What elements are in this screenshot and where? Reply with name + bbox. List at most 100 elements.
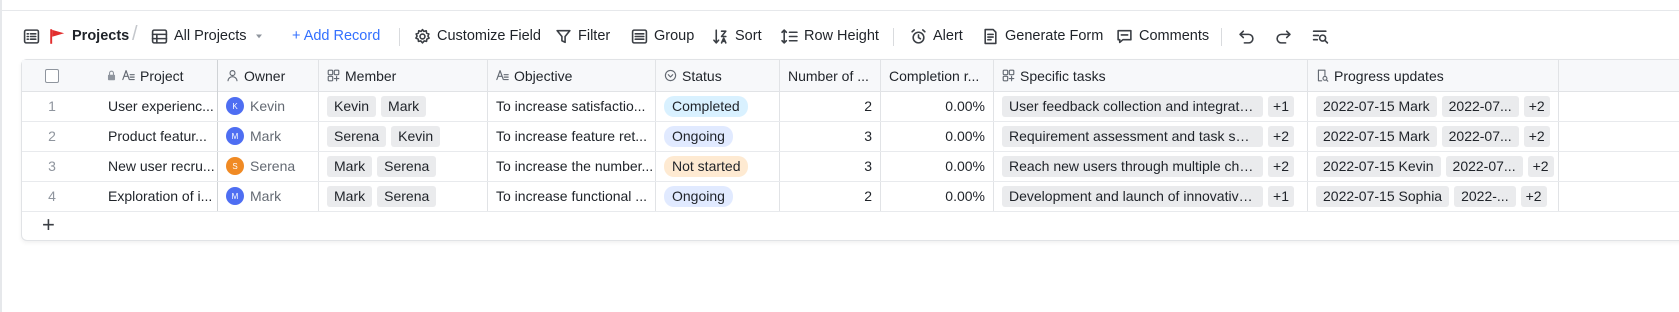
table-row[interactable]: 3 New user recru... S Serena Mark Serena…: [22, 151, 1679, 182]
status-cell[interactable]: Ongoing: [656, 181, 779, 211]
specific-tasks-cell[interactable]: Reach new users through multiple chan...…: [994, 151, 1307, 181]
completion-rate-cell[interactable]: 0.00%: [881, 151, 993, 181]
caret-down-icon: [255, 34, 262, 39]
column-header-project[interactable]: Project: [100, 60, 217, 91]
status-cell[interactable]: Ongoing: [656, 121, 779, 151]
lock-icon: [107, 70, 116, 81]
member-chip: Serena: [377, 185, 437, 207]
member-chip: Kevin: [391, 125, 441, 147]
column-header-completion-rate[interactable]: Completion r...: [881, 60, 993, 91]
objective-cell[interactable]: To increase functional ...: [488, 181, 655, 211]
project-title[interactable]: Projects: [49, 18, 129, 54]
owner-cell[interactable]: S Serena: [218, 151, 318, 181]
alarm-clock-icon: [911, 28, 926, 44]
column-header-status[interactable]: Status: [656, 60, 779, 91]
link-field-icon: [1002, 69, 1015, 82]
number-cell[interactable]: 3: [780, 121, 880, 151]
add-row-button[interactable]: +: [42, 214, 55, 236]
column-header-label: Owner: [244, 67, 286, 84]
column-header-number[interactable]: Number of ...: [780, 60, 880, 91]
project-cell[interactable]: Product featur...: [100, 121, 217, 151]
row-height-button[interactable]: Row Height: [781, 18, 879, 54]
alert-button[interactable]: Alert: [910, 18, 963, 54]
toolbar-divider: [1221, 28, 1222, 46]
progress-updates-cell[interactable]: 2022-07-15 Sophia 2022-... +2: [1308, 181, 1558, 211]
generate-form-label: Generate Form: [1005, 28, 1104, 44]
progress-updates-cell[interactable]: 2022-07-15 Mark 2022-07... +2: [1308, 91, 1558, 121]
select-all-cell[interactable]: [37, 60, 67, 91]
column-header-objective[interactable]: Objective: [488, 60, 655, 91]
column-header-member[interactable]: Member: [319, 60, 487, 91]
project-cell[interactable]: New user recru...: [100, 151, 217, 181]
column-header-label: Project: [140, 67, 184, 84]
specific-tasks-cell[interactable]: Requirement assessment and task subd... …: [994, 121, 1307, 151]
person-icon: [227, 70, 238, 82]
sort-button[interactable]: Sort: [712, 18, 762, 54]
status-cell[interactable]: Not started: [656, 151, 779, 181]
group-button[interactable]: Group: [631, 18, 694, 54]
select-all-checkbox[interactable]: [45, 68, 59, 83]
group-label: Group: [654, 28, 695, 44]
breadcrumb-separator: /: [132, 23, 138, 45]
table-row[interactable]: 1 User experienc... K Kevin Kevin Mark T…: [22, 91, 1679, 122]
view-selector[interactable]: All Projects: [151, 18, 265, 54]
comments-button[interactable]: Comments: [1116, 18, 1209, 54]
comment-icon: [1117, 29, 1132, 43]
number-cell[interactable]: 2: [780, 181, 880, 211]
customize-field-button[interactable]: Customize Field: [414, 18, 541, 54]
lookup-field-icon: [1317, 69, 1329, 82]
avatar: M: [226, 187, 244, 205]
member-cell[interactable]: Kevin Mark: [319, 91, 487, 121]
sort-label: Sort: [735, 28, 762, 44]
member-cell[interactable]: Mark Serena: [319, 151, 487, 181]
redo-button[interactable]: [1275, 18, 1292, 54]
row-number: 1: [48, 98, 56, 114]
column-header-specific-tasks[interactable]: Specific tasks: [994, 60, 1307, 91]
progress-updates-cell[interactable]: 2022-07-15 Kevin 2022-07... +2: [1308, 151, 1558, 181]
add-record-button[interactable]: + Add Record: [292, 18, 380, 54]
add-record-label: + Add Record: [292, 28, 381, 44]
text-field-icon: [496, 70, 509, 81]
member-cell[interactable]: Serena Kevin: [319, 121, 487, 151]
completion-rate-cell[interactable]: 0.00%: [881, 121, 993, 151]
column-header-progress-updates[interactable]: Progress updates: [1308, 60, 1558, 91]
update-chip: 2022-07...: [1441, 95, 1519, 117]
generate-form-button[interactable]: Generate Form: [982, 18, 1103, 54]
member-chip: Mark: [327, 185, 373, 207]
grid-view-icon: [151, 28, 168, 44]
table-row[interactable]: 2 Product featur... M Mark Serena Kevin …: [22, 121, 1679, 152]
avatar: M: [226, 127, 244, 145]
app-window: Projects / All Projects + Add Record Cus…: [0, 0, 1679, 312]
owner-name: Kevin: [250, 98, 286, 114]
more-count-badge: +2: [1523, 95, 1550, 117]
column-header-owner[interactable]: Owner: [218, 60, 318, 91]
objective-cell[interactable]: To increase feature ret...: [488, 121, 655, 151]
member-cell[interactable]: Mark Serena: [319, 181, 487, 211]
more-count-badge: +2: [1268, 155, 1294, 177]
specific-tasks-cell[interactable]: Development and launch of innovative fe.…: [994, 181, 1307, 211]
number-cell[interactable]: 2: [780, 91, 880, 121]
filter-button[interactable]: Filter: [555, 18, 610, 54]
update-chip: 2022-...: [1454, 185, 1516, 207]
single-select-icon: [664, 69, 677, 82]
status-cell[interactable]: Completed: [656, 91, 779, 121]
table-row[interactable]: 4 Exploration of i... M Mark Mark Serena…: [22, 181, 1679, 212]
owner-cell[interactable]: M Mark: [218, 121, 318, 151]
completion-rate-cell[interactable]: 0.00%: [881, 91, 993, 121]
progress-updates-cell[interactable]: 2022-07-15 Mark 2022-07... +2: [1308, 121, 1558, 151]
objective-cell[interactable]: To increase the number...: [488, 151, 655, 181]
member-chip: Mark: [327, 155, 373, 177]
number-cell[interactable]: 3: [780, 151, 880, 181]
specific-tasks-cell[interactable]: User feedback collection and integration…: [994, 91, 1307, 121]
project-cell[interactable]: Exploration of i...: [100, 181, 217, 211]
member-chip: Serena: [377, 155, 437, 177]
completion-rate-cell[interactable]: 0.00%: [881, 181, 993, 211]
objective-cell[interactable]: To increase satisfactio...: [488, 91, 655, 121]
project-cell[interactable]: User experienc...: [100, 91, 217, 121]
undo-button[interactable]: [1238, 18, 1255, 54]
column-header-label: Status: [682, 67, 722, 84]
owner-cell[interactable]: M Mark: [218, 181, 318, 211]
owner-cell[interactable]: K Kevin: [218, 91, 318, 121]
search-button[interactable]: [1312, 18, 1329, 54]
sidebar-toggle[interactable]: [23, 18, 40, 54]
